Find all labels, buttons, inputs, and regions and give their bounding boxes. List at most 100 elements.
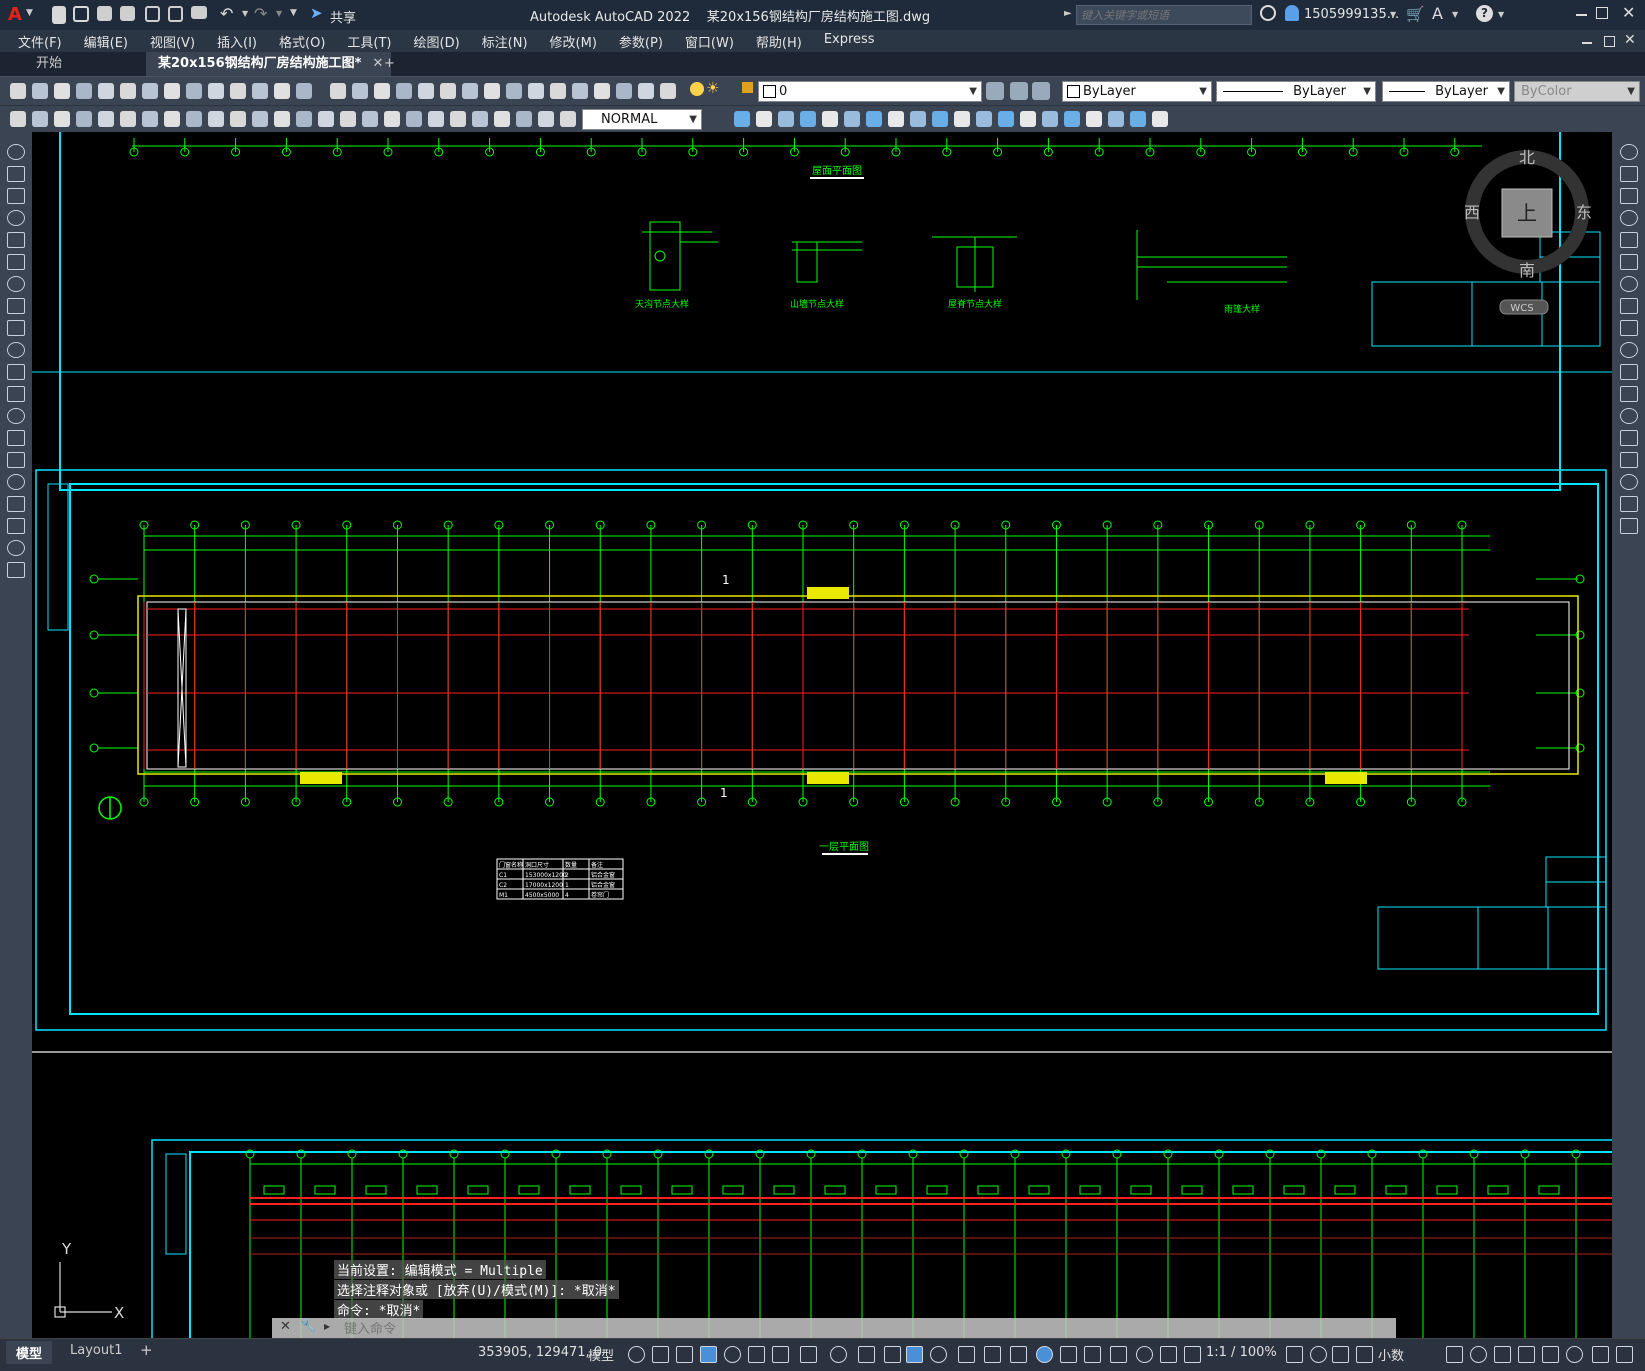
modify-tool-13-icon[interactable] — [1020, 111, 1036, 127]
new-tab-button[interactable]: + — [372, 52, 407, 76]
status-toggle-30-icon[interactable] — [1518, 1346, 1535, 1363]
undo-icon[interactable]: ↶ — [220, 4, 233, 23]
save-icon[interactable] — [97, 6, 112, 21]
standard-tool-10-icon[interactable] — [230, 83, 246, 99]
menu-item-4[interactable]: 格式(O) — [279, 32, 325, 51]
status-toggle-4-icon[interactable] — [724, 1346, 741, 1363]
draw-tool-7-icon[interactable] — [7, 298, 25, 314]
draw-tool-0-icon[interactable] — [7, 144, 25, 160]
modify-tool-12-icon[interactable] — [998, 111, 1014, 127]
draw-tool-13-icon[interactable] — [7, 430, 25, 446]
dimension-tool-18-icon[interactable] — [406, 111, 422, 127]
status-toggle-3-icon[interactable] — [700, 1346, 717, 1363]
modify-side-tool-3-icon[interactable] — [1620, 210, 1638, 226]
draw-tool-1-icon[interactable] — [7, 166, 25, 182]
draw-tool-11-icon[interactable] — [7, 386, 25, 402]
draw-tool-4-icon[interactable] — [7, 232, 25, 248]
modify-side-tool-1-icon[interactable] — [1620, 166, 1638, 182]
draw-tool-5-icon[interactable] — [7, 254, 25, 270]
draw-tool-10-icon[interactable] — [7, 364, 25, 380]
draw-tool-2-icon[interactable] — [7, 188, 25, 204]
save-as-icon[interactable] — [120, 6, 135, 21]
status-toggle-18-icon[interactable] — [1084, 1346, 1101, 1363]
status-toggle-23-icon[interactable] — [1286, 1346, 1303, 1363]
status-toggle-24-icon[interactable] — [1310, 1346, 1327, 1363]
status-toggle-32-icon[interactable] — [1566, 1346, 1583, 1363]
dimension-tool-15-icon[interactable] — [340, 111, 356, 127]
status-toggle-17-icon[interactable] — [1060, 1346, 1077, 1363]
previous-layer-icon[interactable] — [1010, 82, 1028, 100]
dimension-tool-17-icon[interactable] — [384, 111, 400, 127]
standard-tool-7-icon[interactable] — [164, 83, 180, 99]
draw-tool-19-icon[interactable] — [7, 562, 25, 578]
status-toggle-10-icon[interactable] — [884, 1346, 901, 1363]
modify-tool-18-icon[interactable] — [1130, 111, 1146, 127]
help-dropdown-icon[interactable]: ▼ — [1498, 10, 1504, 19]
standard-tool-b-7-icon[interactable] — [484, 83, 500, 99]
command-customize-icon[interactable]: 🔧 — [300, 1319, 316, 1334]
dimension-tool-0-icon[interactable] — [10, 111, 26, 127]
doc-minimize-icon[interactable] — [1582, 42, 1592, 44]
modify-tool-14-icon[interactable] — [1042, 111, 1058, 127]
dimension-tool-11-icon[interactable] — [252, 111, 268, 127]
undo-dropdown-icon[interactable]: ▼ — [242, 9, 248, 18]
modify-tool-2-icon[interactable] — [778, 111, 794, 127]
new-icon[interactable] — [52, 6, 66, 24]
modify-tool-3-icon[interactable] — [800, 111, 816, 127]
dimension-tool-2-icon[interactable] — [54, 111, 70, 127]
status-toggle-29-icon[interactable] — [1494, 1346, 1511, 1363]
status-toggle-31-icon[interactable] — [1542, 1346, 1559, 1363]
standard-tool-3-icon[interactable] — [76, 83, 92, 99]
modify-side-tool-9-icon[interactable] — [1620, 342, 1638, 358]
status-toggle-33-icon[interactable] — [1592, 1346, 1609, 1363]
search-icon[interactable] — [1260, 5, 1276, 21]
viewcube-south[interactable]: 南 — [1519, 261, 1535, 280]
draw-tool-15-icon[interactable] — [7, 474, 25, 490]
draw-tool-14-icon[interactable] — [7, 452, 25, 468]
modify-tool-6-icon[interactable] — [866, 111, 882, 127]
status-toggle-34-icon[interactable] — [1616, 1346, 1633, 1363]
standard-tool-b-12-icon[interactable] — [594, 83, 610, 99]
user-name[interactable]: 1505999135... — [1304, 7, 1399, 22]
layer-walk-icon[interactable] — [1032, 82, 1050, 100]
draw-tool-3-icon[interactable] — [7, 210, 25, 226]
modify-side-tool-10-icon[interactable] — [1620, 364, 1638, 380]
modify-tool-11-icon[interactable] — [976, 111, 992, 127]
viewcube[interactable]: 上 北 南 西 东 WCS — [1464, 148, 1592, 315]
viewcube-north[interactable]: 北 — [1519, 148, 1535, 167]
standard-tool-8-icon[interactable] — [186, 83, 202, 99]
share-icon[interactable]: ➤ — [310, 4, 323, 22]
modify-side-tool-12-icon[interactable] — [1620, 408, 1638, 424]
help-icon[interactable]: ? — [1476, 5, 1493, 22]
standard-tool-b-1-icon[interactable] — [352, 83, 368, 99]
user-icon[interactable] — [1285, 5, 1299, 21]
dimension-tool-12-icon[interactable] — [274, 111, 290, 127]
status-toggle-26-icon[interactable] — [1356, 1346, 1373, 1363]
annotation-scale[interactable]: 1:1 / 100% — [1206, 1345, 1277, 1360]
status-toggle-16-icon[interactable] — [1036, 1346, 1053, 1363]
dimension-tool-7-icon[interactable] — [164, 111, 180, 127]
modify-tool-8-icon[interactable] — [910, 111, 926, 127]
status-toggle-15-icon[interactable] — [1010, 1346, 1027, 1363]
command-close-icon[interactable]: ✕ — [280, 1319, 291, 1334]
modify-side-tool-8-icon[interactable] — [1620, 320, 1638, 336]
standard-tool-2-icon[interactable] — [54, 83, 70, 99]
standard-tool-b-4-icon[interactable] — [418, 83, 434, 99]
dimension-tool-10-icon[interactable] — [230, 111, 246, 127]
standard-tool-b-5-icon[interactable] — [440, 83, 456, 99]
menu-item-11[interactable]: 帮助(H) — [756, 32, 802, 51]
standard-tool-12-icon[interactable] — [274, 83, 290, 99]
status-toggle-2-icon[interactable] — [676, 1346, 693, 1363]
app-dropdown-icon[interactable]: ▼ — [1452, 10, 1458, 19]
status-toggle-12-icon[interactable] — [930, 1346, 947, 1363]
menu-item-1[interactable]: 编辑(E) — [84, 32, 128, 51]
draw-tool-16-icon[interactable] — [7, 496, 25, 512]
draw-tool-6-icon[interactable] — [7, 276, 25, 292]
modify-side-tool-15-icon[interactable] — [1620, 474, 1638, 490]
standard-tool-b-8-icon[interactable] — [506, 83, 522, 99]
standard-tool-b-14-icon[interactable] — [638, 83, 654, 99]
dimension-tool-19-icon[interactable] — [428, 111, 444, 127]
standard-tool-b-10-icon[interactable] — [550, 83, 566, 99]
tab-model[interactable]: 模型 — [6, 1341, 53, 1364]
status-toggle-20-icon[interactable] — [1136, 1346, 1153, 1363]
